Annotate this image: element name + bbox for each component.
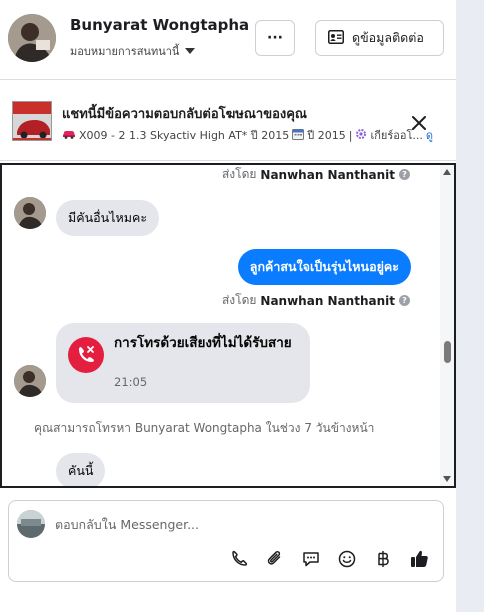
- sent-by-name: Nanwhan Nanthanit: [260, 167, 395, 182]
- call-window-notice: คุณสามารถโทรหา Bunyarat Wongtapha ในช่วง…: [34, 421, 375, 435]
- composer-toolbar: [229, 547, 429, 571]
- scroll-up-arrow-icon[interactable]: [443, 169, 451, 175]
- sent-by-label: ส่งโดย Nanwhan Nanthanit ?: [222, 165, 410, 184]
- message-thread[interactable]: ส่งโดย Nanwhan Nanthanit ? มีคันอื่นไหมค…: [0, 163, 456, 488]
- emoji-icon[interactable]: [337, 549, 357, 569]
- sent-by-prefix: ส่งโดย: [221, 293, 257, 307]
- gear-icon: [355, 128, 367, 143]
- scroll-thumb[interactable]: [444, 341, 451, 363]
- caret-down-icon: [185, 48, 196, 54]
- info-icon[interactable]: ?: [399, 169, 410, 180]
- thumbs-up-icon[interactable]: [409, 549, 429, 569]
- side-panel-edge: [456, 0, 484, 612]
- ad-reply-banner: แชทนี้มีข้อความตอบกลับต่อโฆษณาของคุณ X00…: [0, 81, 456, 161]
- contact-avatar-small[interactable]: [14, 365, 46, 397]
- missed-call-card[interactable]: การโทรด้วยเสียงที่ไม่ได้รับสาย 21:05: [56, 323, 310, 403]
- year-text: ปี 2015: [307, 129, 346, 142]
- separator: |: [348, 128, 353, 142]
- sent-by-prefix: ส่งโดย: [221, 167, 257, 181]
- message-scrollbar[interactable]: [440, 165, 454, 486]
- conversation-panel: Bunyarat Wongtapha มอบหมายการสนทนานี้ ··…: [0, 0, 456, 612]
- missed-call-title: การโทรด้วยเสียงที่ไม่ได้รับสาย: [114, 335, 292, 351]
- assign-label: มอบหมายการสนทนานี้: [70, 45, 180, 58]
- incoming-message[interactable]: มีคันอื่นไหมคะ: [56, 200, 160, 236]
- calendar-icon: [292, 128, 305, 143]
- conversation-header: Bunyarat Wongtapha มอบหมายการสนทนานี้ ··…: [0, 0, 456, 80]
- sent-by-name: Nanwhan Nanthanit: [260, 293, 395, 308]
- reply-input[interactable]: [55, 513, 425, 535]
- page-avatar: [17, 510, 45, 538]
- assign-conversation-dropdown[interactable]: มอบหมายการสนทนานี้: [70, 42, 196, 60]
- car-model-text: X009 - 2 1.3 Skyactiv High AT* ปี 2015: [79, 129, 290, 142]
- more-options-button[interactable]: ···: [255, 20, 295, 56]
- contact-name: Bunyarat Wongtapha: [70, 16, 250, 34]
- contact-info-label: ดูข้อมูลติดต่อ: [352, 30, 424, 45]
- missed-call-time: 21:05: [114, 375, 148, 389]
- contact-avatar-small[interactable]: [14, 197, 46, 229]
- ad-reply-title: แชทนี้มีข้อความตอบกลับต่อโฆษณาของคุณ: [62, 107, 307, 122]
- outgoing-message[interactable]: ลูกค้าสนใจเป็นรุ่นไหนอยู่คะ: [237, 249, 411, 285]
- info-icon[interactable]: ?: [399, 295, 410, 306]
- missed-call-icon: [68, 337, 104, 373]
- contact-card-icon: [328, 29, 344, 47]
- more-options-label: ···: [267, 30, 283, 46]
- paperclip-icon[interactable]: [265, 549, 285, 569]
- chat-bubble-icon[interactable]: [301, 549, 321, 569]
- sent-by-label: ส่งโดย Nanwhan Nanthanit ?: [222, 291, 410, 310]
- scroll-down-arrow-icon[interactable]: [443, 476, 451, 482]
- close-banner-button[interactable]: [409, 113, 429, 133]
- ad-thumbnail[interactable]: [12, 101, 52, 141]
- close-icon: [409, 116, 429, 137]
- baht-icon[interactable]: [373, 549, 393, 569]
- view-contact-info-button[interactable]: ดูข้อมูลติดต่อ: [315, 20, 444, 56]
- car-icon: [62, 129, 76, 142]
- phone-icon[interactable]: [229, 549, 249, 569]
- reply-composer: [8, 500, 444, 582]
- incoming-message[interactable]: คันนี้: [56, 453, 106, 486]
- ad-details: X009 - 2 1.3 Skyactiv High AT* ปี 2015 ป…: [62, 126, 456, 144]
- contact-avatar[interactable]: [8, 14, 56, 62]
